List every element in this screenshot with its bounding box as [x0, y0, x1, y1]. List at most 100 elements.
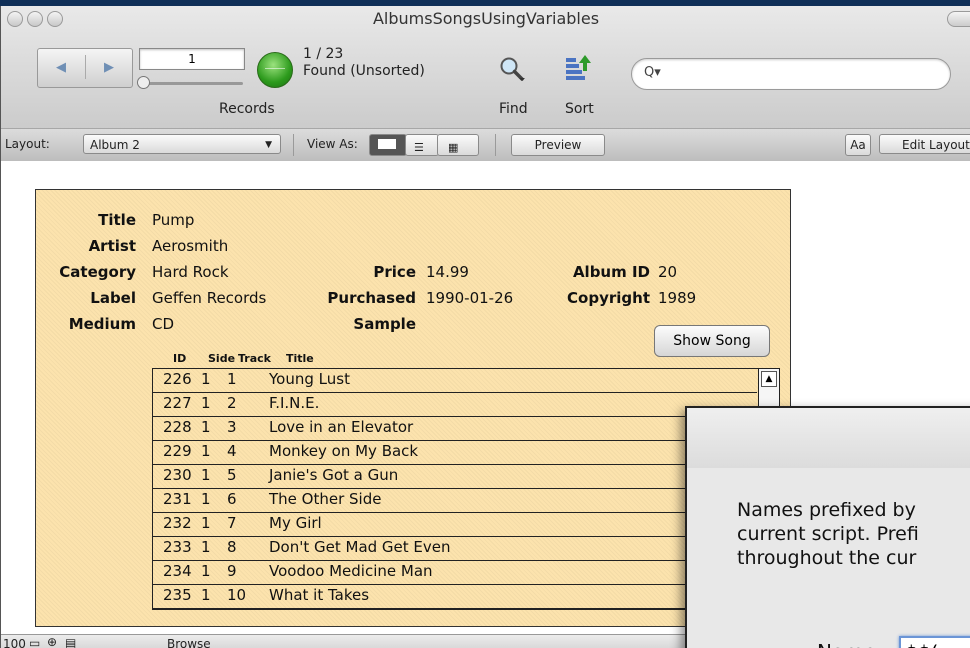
song-side-cell[interactable]: 1: [201, 370, 211, 388]
copyright-field-value[interactable]: 1989: [658, 289, 696, 307]
song-track-cell[interactable]: 6: [227, 490, 237, 508]
song-track-cell[interactable]: 8: [227, 538, 237, 556]
search-icon[interactable]: Q▾: [644, 65, 661, 80]
song-side-cell[interactable]: 1: [201, 394, 211, 412]
layout-select[interactable]: Album 2 ▼: [83, 134, 281, 154]
song-row[interactable]: 230 1 5 Janie's Got a Gun: [153, 465, 757, 489]
song-id-cell[interactable]: 232: [163, 514, 192, 532]
artist-field-label: Artist: [88, 237, 136, 255]
label-field-label: Label: [90, 289, 136, 307]
artist-field-value[interactable]: Aerosmith: [152, 237, 228, 255]
song-id-cell[interactable]: 230: [163, 466, 192, 484]
song-row[interactable]: 227 1 2 F.I.N.E.: [153, 393, 757, 417]
record-slider-track[interactable]: [139, 82, 243, 85]
view-as-form-button[interactable]: [369, 134, 407, 156]
song-track-cell[interactable]: 2: [227, 394, 237, 412]
current-record-input[interactable]: 1: [139, 48, 245, 70]
song-track-cell[interactable]: 5: [227, 466, 237, 484]
zoom-level[interactable]: 100: [3, 637, 26, 648]
song-title-cell[interactable]: Monkey on My Back: [269, 442, 418, 460]
medium-field-value[interactable]: CD: [152, 315, 174, 333]
song-track-cell[interactable]: 1: [227, 370, 237, 388]
title-field-value[interactable]: Pump: [152, 211, 194, 229]
song-title-cell[interactable]: Voodoo Medicine Man: [269, 562, 433, 580]
view-as-list-button[interactable]: ☰: [405, 134, 439, 156]
song-id-cell[interactable]: 234: [163, 562, 192, 580]
song-row[interactable]: 228 1 3 Love in an Elevator: [153, 417, 757, 441]
song-id-cell[interactable]: 235: [163, 586, 192, 604]
song-title-cell[interactable]: Janie's Got a Gun: [269, 466, 398, 484]
category-field-value[interactable]: Hard Rock: [152, 263, 229, 281]
song-track-cell[interactable]: 7: [227, 514, 237, 532]
portal-header-title: Title: [286, 352, 314, 365]
song-id-cell[interactable]: 233: [163, 538, 192, 556]
mode-popup[interactable]: Browse: [167, 637, 211, 648]
label-field-value[interactable]: Geffen Records: [152, 289, 266, 307]
zoom-in-icon[interactable]: ⊕: [47, 635, 57, 648]
song-side-cell[interactable]: 1: [201, 442, 211, 460]
song-title-cell[interactable]: Love in an Elevator: [269, 418, 413, 436]
song-side-cell[interactable]: 1: [201, 586, 211, 604]
song-track-cell[interactable]: 4: [227, 442, 237, 460]
song-id-cell[interactable]: 226: [163, 370, 192, 388]
song-track-cell[interactable]: 3: [227, 418, 237, 436]
song-row[interactable]: 233 1 8 Don't Get Mad Get Even: [153, 537, 757, 561]
song-side-cell[interactable]: 1: [201, 466, 211, 484]
record-book-navigator[interactable]: ◀ ▶: [37, 48, 133, 88]
song-id-cell[interactable]: 231: [163, 490, 192, 508]
find-label[interactable]: Find: [499, 101, 528, 117]
record-status-pie-icon[interactable]: [257, 52, 293, 88]
song-title-cell[interactable]: F.I.N.E.: [269, 394, 319, 412]
album-id-field-value[interactable]: 20: [658, 263, 677, 281]
zoom-out-icon[interactable]: ▭: [29, 636, 40, 648]
song-id-cell[interactable]: 229: [163, 442, 192, 460]
show-song-button[interactable]: Show Song: [654, 325, 770, 357]
album-id-field-label: Album ID: [572, 263, 650, 281]
song-side-cell[interactable]: 1: [201, 418, 211, 436]
price-field-value[interactable]: 14.99: [426, 263, 469, 281]
scroll-up-arrow-icon[interactable]: ▲: [761, 371, 777, 387]
set-variable-dialog: Names prefixed by current script. Prefi …: [685, 406, 970, 648]
preview-button[interactable]: Preview: [511, 134, 605, 156]
song-row[interactable]: 234 1 9 Voodoo Medicine Man: [153, 561, 757, 585]
variable-name-input[interactable]: $$(: [899, 636, 970, 648]
sort-icon[interactable]: [565, 54, 591, 82]
toolbar-toggle-button[interactable]: [947, 11, 970, 27]
edit-layout-button[interactable]: Edit Layout: [879, 134, 970, 154]
song-side-cell[interactable]: 1: [201, 490, 211, 508]
next-arrow-icon: ▶: [104, 59, 114, 75]
list-view-icon: ☰: [414, 141, 424, 154]
song-row[interactable]: 232 1 7 My Girl: [153, 513, 757, 537]
song-row[interactable]: 231 1 6 The Other Side: [153, 489, 757, 513]
song-title-cell[interactable]: Don't Get Mad Get Even: [269, 538, 451, 556]
sort-label[interactable]: Sort: [565, 101, 594, 117]
record-slider-knob[interactable]: [137, 76, 150, 89]
song-title-cell[interactable]: My Girl: [269, 514, 322, 532]
song-title-cell[interactable]: What it Takes: [269, 586, 369, 604]
next-record-button[interactable]: ▶: [86, 49, 132, 85]
status-toolbar-toggle-icon[interactable]: ▤: [65, 636, 76, 648]
formatting-bar-button[interactable]: Aa: [845, 134, 871, 156]
separator: [293, 134, 294, 156]
view-as-label: View As:: [307, 137, 358, 151]
song-row[interactable]: 226 1 1 Young Lust: [153, 369, 757, 393]
title-toolbar: AlbumsSongsUsingVariables ◀ ▶ 1 1 / 23 F…: [1, 6, 970, 139]
view-as-table-button[interactable]: ▦: [437, 134, 479, 156]
song-row[interactable]: 235 1 10 What it Takes: [153, 585, 757, 609]
song-title-cell[interactable]: Young Lust: [269, 370, 350, 388]
previous-record-button[interactable]: ◀: [38, 49, 84, 85]
song-side-cell[interactable]: 1: [201, 562, 211, 580]
song-track-cell[interactable]: 10: [227, 586, 246, 604]
song-side-cell[interactable]: 1: [201, 538, 211, 556]
song-id-cell[interactable]: 228: [163, 418, 192, 436]
find-magnifier-icon[interactable]: [499, 56, 525, 82]
quick-find-search-field[interactable]: Q▾: [631, 58, 951, 90]
song-title-cell[interactable]: The Other Side: [269, 490, 381, 508]
song-side-cell[interactable]: 1: [201, 514, 211, 532]
medium-field-label: Medium: [68, 315, 136, 333]
song-id-cell[interactable]: 227: [163, 394, 192, 412]
song-track-cell[interactable]: 9: [227, 562, 237, 580]
purchased-field-value[interactable]: 1990-01-26: [426, 289, 513, 307]
song-row[interactable]: 229 1 4 Monkey on My Back: [153, 441, 757, 465]
portal-header-track: Track: [238, 352, 271, 365]
